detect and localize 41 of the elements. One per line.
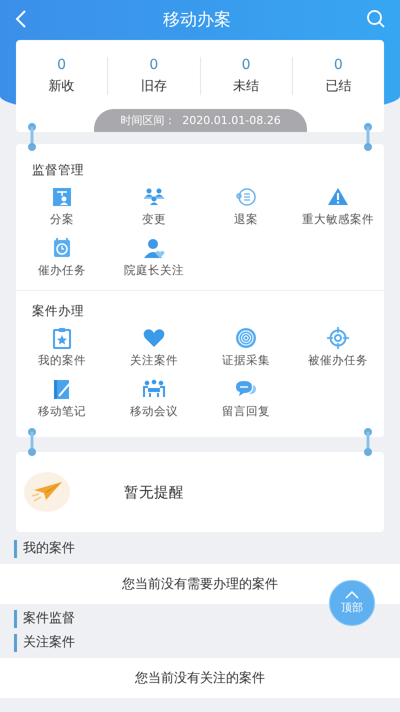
stat-value: 0 <box>242 57 251 73</box>
connector-drawing <box>363 122 373 152</box>
menu-item[interactable]: 分案 <box>50 212 74 227</box>
connector-drawing <box>363 427 373 457</box>
reminder-text: 暂无提醒 <box>124 484 184 502</box>
menu-item[interactable]: 关注案件 <box>130 353 178 368</box>
menu-item[interactable]: 留言回复 <box>222 404 270 419</box>
back-icon[interactable] <box>14 9 28 29</box>
page-title: 移动办案 <box>163 8 231 30</box>
stat-value: 0 <box>334 57 343 73</box>
empty-message: 您当前没有需要办理的案件 <box>122 576 278 593</box>
menu-item[interactable]: 被催办任务 <box>308 353 368 368</box>
paper-plane-icon <box>24 472 70 512</box>
search-icon[interactable] <box>366 9 386 29</box>
menu-item[interactable]: 院庭长关注 <box>124 263 184 278</box>
target-icon[interactable] <box>326 326 350 350</box>
time-range-label: 时间区间： 2020.01.01-08.26 <box>94 109 307 132</box>
org-chart-icon[interactable] <box>50 185 74 209</box>
user-heart-icon[interactable] <box>142 236 166 260</box>
connector-drawing <box>27 122 37 152</box>
menu-item[interactable]: 我的案件 <box>38 353 86 368</box>
menu-item[interactable]: 证据采集 <box>222 353 270 368</box>
menu-item[interactable]: 重大敏感案件 <box>302 212 374 227</box>
stat-label: 旧存 <box>140 78 167 95</box>
section-title: 监督管理 <box>31 162 85 179</box>
menu-item[interactable]: 催办任务 <box>38 263 86 278</box>
caret-up-icon <box>345 591 359 599</box>
section-heading: 我的案件 <box>14 540 400 558</box>
section-title: 案件办理 <box>31 303 85 320</box>
stat-label: 未结 <box>233 78 260 95</box>
stat-value: 0 <box>149 57 158 73</box>
menu-item[interactable]: 移动会议 <box>130 404 178 419</box>
stat-label: 新收 <box>48 78 75 95</box>
menu-item[interactable]: 移动笔记 <box>38 404 86 419</box>
menu-item[interactable]: 退案 <box>234 212 258 227</box>
empty-message: 您当前没有关注的案件 <box>135 670 265 687</box>
stat-value: 0 <box>57 57 66 73</box>
section-heading: 关注案件 <box>14 634 400 652</box>
menu-item[interactable]: 变更 <box>142 212 166 227</box>
connector-drawing <box>27 427 37 457</box>
stat-label: 已结 <box>325 78 352 95</box>
